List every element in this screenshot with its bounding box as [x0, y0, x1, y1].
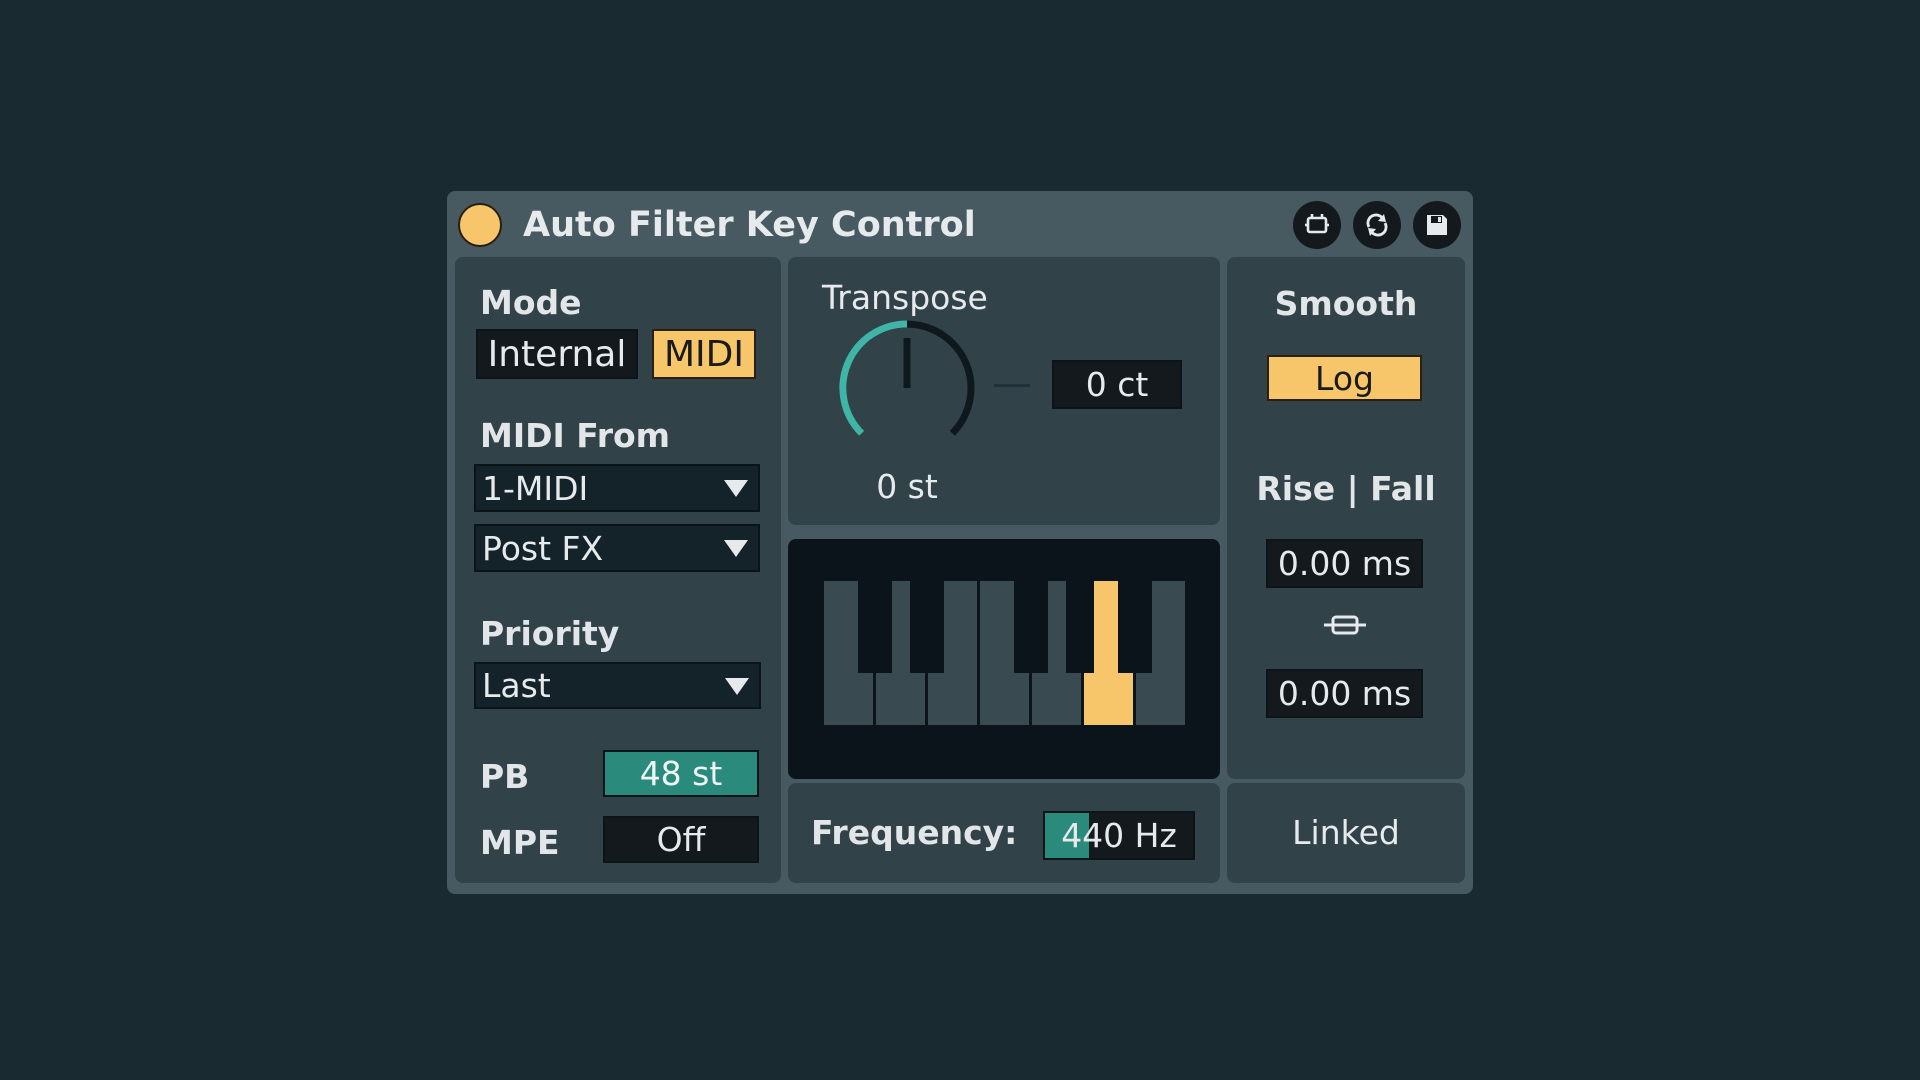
- black-key-f-sharp: [1014, 581, 1048, 673]
- transpose-cents-field[interactable]: 0 ct: [1052, 360, 1182, 409]
- mode-midi-button[interactable]: MIDI: [652, 329, 756, 379]
- link-icon[interactable]: [1322, 612, 1368, 638]
- black-key-a-sharp: [1118, 581, 1152, 673]
- rise-value: 0.00 ms: [1277, 544, 1412, 583]
- keyboard-panel: [788, 539, 1220, 779]
- smooth-log-label: Log: [1315, 358, 1374, 398]
- fall-field[interactable]: 0.00 ms: [1266, 669, 1423, 718]
- transpose-label: Transpose: [822, 278, 988, 317]
- black-key-d-sharp: [910, 581, 944, 673]
- transpose-semitones-value: 0 st: [876, 467, 938, 506]
- mode-midi-label: MIDI: [663, 333, 744, 375]
- midi-from-source-dropdown[interactable]: 1-MIDI: [474, 464, 760, 512]
- mode-label: Mode: [480, 283, 582, 322]
- mode-panel: Mode Internal MIDI MIDI From 1-MIDI Post…: [455, 257, 781, 883]
- power-button[interactable]: [458, 203, 502, 247]
- frequency-value: 440 Hz: [1061, 816, 1177, 855]
- chevron-down-icon: [724, 540, 748, 557]
- transpose-cents-value: 0 ct: [1085, 365, 1149, 404]
- frequency-panel: Frequency: 440 Hz: [788, 783, 1220, 883]
- rise-field[interactable]: 0.00 ms: [1266, 539, 1423, 588]
- midi-from-label: MIDI From: [480, 416, 671, 455]
- frequency-field[interactable]: 440 Hz: [1043, 811, 1195, 860]
- pb-label: PB: [480, 757, 530, 796]
- midi-from-source-value: 1-MIDI: [482, 468, 589, 508]
- smooth-panel: Smooth Log Rise | Fall 0.00 ms 0.00 ms: [1227, 257, 1465, 779]
- save-icon: [1427, 215, 1447, 235]
- mpe-value: Off: [656, 820, 706, 859]
- smooth-label: Smooth: [1274, 284, 1418, 323]
- sync-button[interactable]: [1353, 201, 1401, 249]
- smooth-log-button[interactable]: Log: [1267, 355, 1422, 401]
- mpe-label: MPE: [480, 823, 560, 862]
- transpose-panel: Transpose 0 ct 0 st: [788, 257, 1220, 525]
- mode-internal-button[interactable]: Internal: [476, 329, 638, 379]
- midi-from-tap-value: Post FX: [482, 528, 604, 568]
- chevron-down-icon: [724, 480, 748, 497]
- linked-label[interactable]: Linked: [1227, 816, 1465, 849]
- active-key-indicator: [1094, 581, 1110, 675]
- sync-icon: [1366, 213, 1388, 237]
- pb-range-value: 48 st: [639, 754, 723, 793]
- chevron-down-icon: [725, 677, 749, 695]
- frequency-label: Frequency:: [811, 813, 1018, 852]
- fall-value: 0.00 ms: [1277, 674, 1412, 713]
- mode-internal-label: Internal: [487, 333, 627, 375]
- pb-range-field[interactable]: 48 st: [603, 750, 759, 797]
- rise-fall-label: Rise | Fall: [1256, 469, 1436, 508]
- midi-from-tap-dropdown[interactable]: Post FX: [474, 524, 760, 572]
- priority-value: Last: [482, 666, 551, 705]
- keyboard-display[interactable]: [788, 539, 1220, 779]
- save-button[interactable]: [1413, 201, 1461, 249]
- black-key-c-sharp: [858, 581, 892, 673]
- device-window: Auto Filter Key Control Mode Internal MI…: [447, 191, 1473, 894]
- device-title: Auto Filter Key Control: [523, 205, 976, 245]
- linked-panel: Linked: [1227, 783, 1465, 883]
- priority-dropdown[interactable]: Last: [474, 662, 761, 709]
- mpe-toggle[interactable]: Off: [603, 816, 759, 863]
- priority-label: Priority: [480, 614, 620, 653]
- transpose-divider: [994, 384, 1030, 387]
- map-mode-icon: [1305, 214, 1329, 234]
- map-mode-button[interactable]: [1293, 201, 1341, 249]
- transpose-knob[interactable]: [833, 314, 981, 462]
